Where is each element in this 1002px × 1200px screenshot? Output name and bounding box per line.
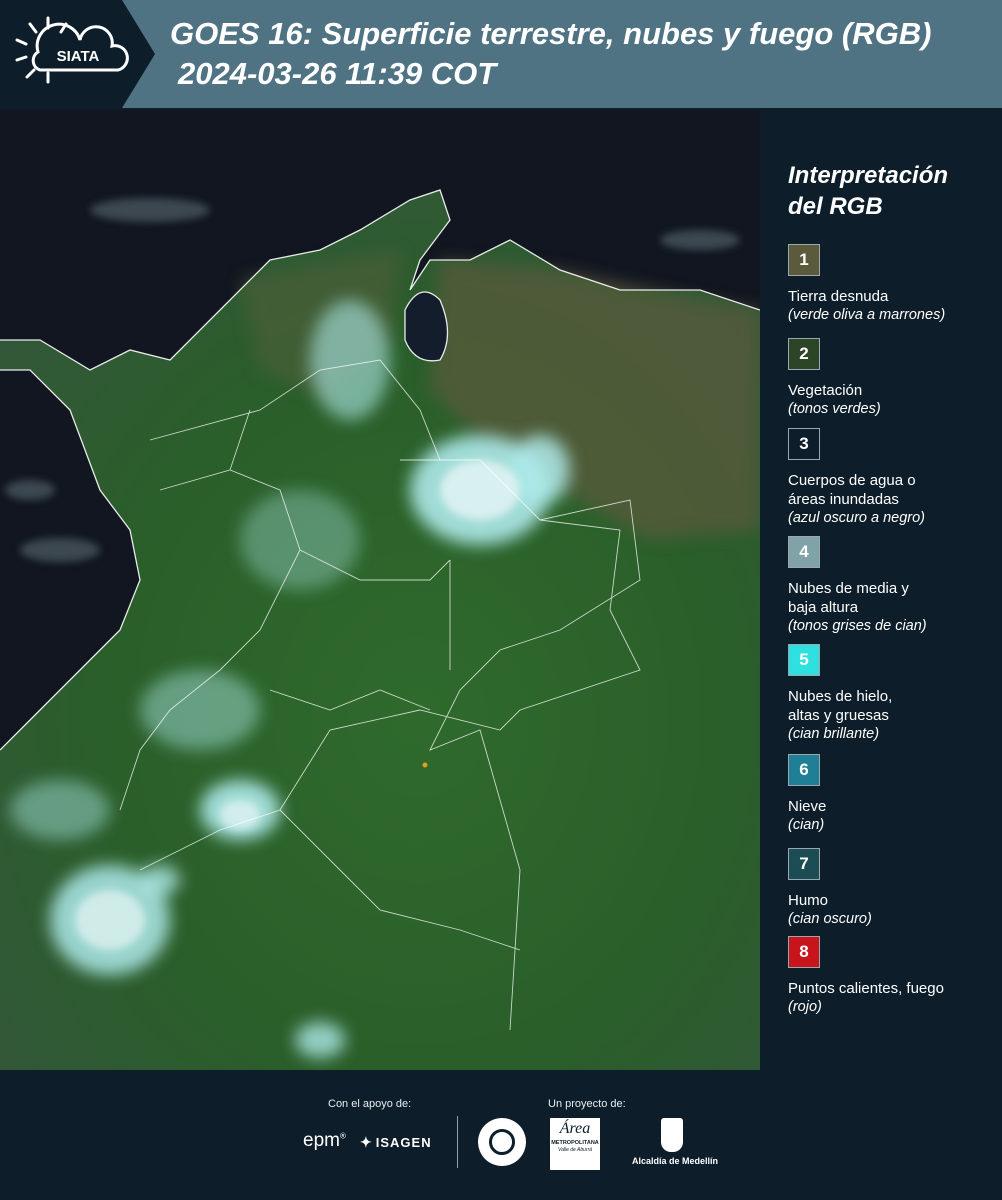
area-metropolitana-logo: Área METROPOLITANA Valle de Aburrá <box>550 1118 600 1170</box>
legend-swatch: 2 <box>788 338 820 370</box>
legend-item: 7 Humo (cian oscuro) <box>788 848 998 928</box>
legend-label: Tierra desnuda <box>788 288 889 305</box>
isagen-logo: ✦ ISAGEN <box>360 1134 432 1150</box>
epm-logo: epm® <box>303 1130 346 1151</box>
satellite-rgb-image <box>0 110 760 1070</box>
legend-swatch: 8 <box>788 936 820 968</box>
legend-label: Cuerpos de agua o <box>788 472 916 489</box>
legend-sublabel: (tonos verdes) <box>788 401 881 417</box>
legend-title: Interpretación del RGB <box>788 162 949 220</box>
legend-swatch: 1 <box>788 244 820 276</box>
isagen-mark-icon: ✦ <box>360 1134 373 1150</box>
legend-swatch: 4 <box>788 536 820 568</box>
legend-item: 5 Nubes de hielo, altas y gruesas (cian bri… <box>788 644 998 743</box>
page-title: GOES 16: Superficie terrestre, nubes y f… <box>170 16 932 51</box>
coat-of-arms-icon <box>661 1118 683 1152</box>
legend-label: Nieve <box>788 798 827 815</box>
footer-divider <box>457 1116 458 1168</box>
timestamp: 2024-03-26 11:39 COT <box>178 56 497 91</box>
legend-item: 8 Puntos calientes, fuego (rojo) <box>788 936 998 1016</box>
legend-label-line2: áreas inundadas <box>788 491 899 508</box>
legend-label: Puntos calientes, fuego <box>788 980 944 997</box>
header-bar: SIATA GOES 16: Superficie terrestre, nub… <box>0 0 1002 108</box>
legend-swatch: 5 <box>788 644 820 676</box>
legend-sublabel: (azul oscuro a negro) <box>788 510 926 526</box>
legend-item: 1 Tierra desnuda (verde oliva a marrones) <box>788 244 998 324</box>
legend-sublabel: (rojo) <box>788 999 822 1015</box>
svg-text:SIATA: SIATA <box>57 48 100 65</box>
legend-label: Nubes de media y <box>788 580 909 597</box>
legend-sublabel: (tonos grises de cian) <box>788 618 927 634</box>
legend-sublabel: (verde oliva a marrones) <box>788 307 946 323</box>
project-label: Un proyecto de: <box>548 1098 626 1110</box>
legend-sublabel: (cian oscuro) <box>788 911 872 927</box>
rgb-legend: Interpretación del RGB <box>788 160 998 240</box>
legend-sublabel: (cian brillante) <box>788 726 880 742</box>
legend-item: 2 Vegetación (tonos verdes) <box>788 338 998 418</box>
legend-item: 4 Nubes de media y baja altura (tonos grise… <box>788 536 998 635</box>
legend-label: Nubes de hielo, <box>788 688 893 705</box>
legend-label: Humo <box>788 892 829 909</box>
seal-emblem-icon <box>489 1129 515 1155</box>
legend-swatch: 6 <box>788 754 820 786</box>
legend-sublabel: (cian) <box>788 817 825 833</box>
legend-swatch: 7 <box>788 848 820 880</box>
support-label: Con el apoyo de: <box>328 1098 412 1110</box>
legend-label: Vegetación <box>788 382 863 399</box>
legend-item: 6 Nieve (cian) <box>788 754 998 834</box>
siata-logo: SIATA <box>0 0 155 108</box>
alcaldia-medellin-logo: Alcaldía de Medellín <box>632 1118 718 1166</box>
legend-swatch: 3 <box>788 428 820 460</box>
legend-label-line2: altas y gruesas <box>788 707 889 724</box>
seal-logo <box>478 1118 526 1166</box>
legend-item: 3 Cuerpos de agua o áreas inundadas (azul o… <box>788 428 998 527</box>
legend-label-line2: baja altura <box>788 599 859 616</box>
